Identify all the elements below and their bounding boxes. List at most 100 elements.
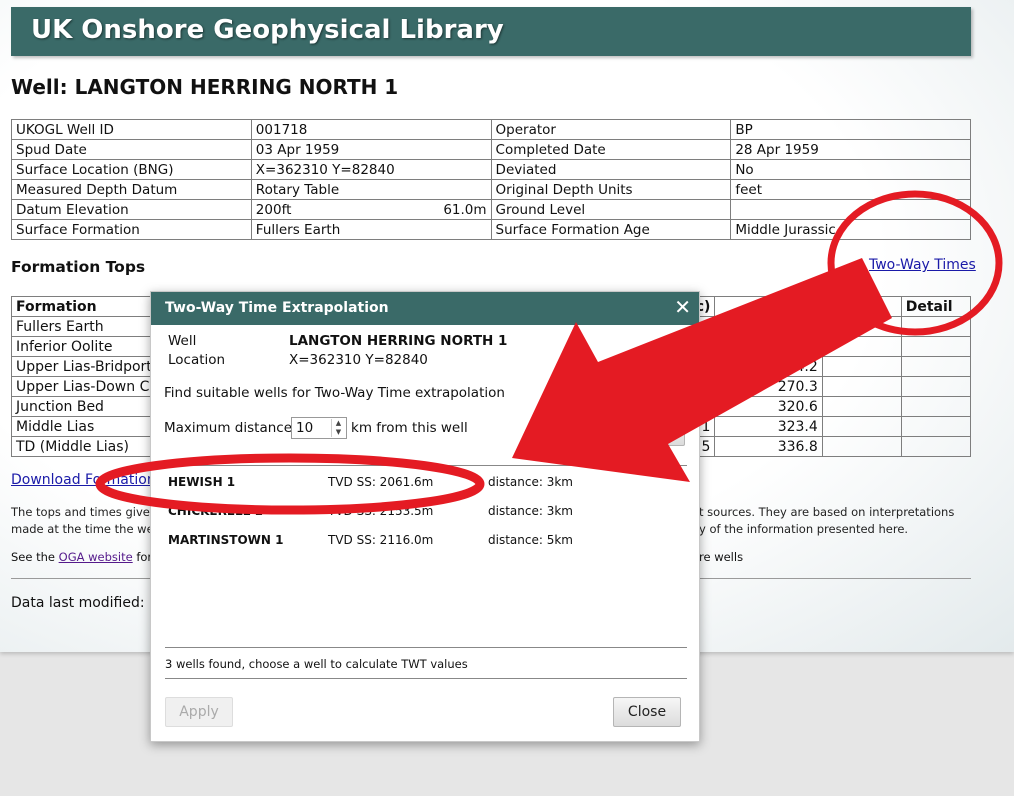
well-value: LANGTON HERRING NORTH 1 <box>289 333 508 349</box>
col-detail: Detail <box>900 296 972 317</box>
well-heading: Well: LANGTON HERRING NORTH 1 <box>11 75 399 99</box>
result-name: CHICKERELL 1 <box>168 504 263 518</box>
stepper-arrows[interactable]: ▲ ▼ <box>331 419 345 437</box>
disclaimer-right-1: t sources. They are based on interpretat… <box>699 505 955 519</box>
disclaimer-left-1: The tops and times given <box>11 505 158 519</box>
info-value: 28 Apr 1959 <box>730 139 971 160</box>
twt-cell <box>821 396 902 417</box>
well-result-row[interactable]: HEWISH 1 TVD SS: 2061.6m distance: 3km <box>168 475 688 495</box>
detail-cell <box>900 416 972 437</box>
twt-cell <box>821 356 902 377</box>
twt-cell <box>821 336 902 357</box>
info-label: Datum Elevation <box>11 199 252 220</box>
result-distance: distance: 3km <box>488 475 573 489</box>
detail-cell <box>900 336 972 357</box>
detail-cell <box>900 436 972 457</box>
twt-cell <box>821 416 902 437</box>
formation-cell: Upper Lias-Bridport S <box>10 356 171 377</box>
detail-cell <box>900 396 972 417</box>
ss-cell: 320.6 <box>714 396 823 417</box>
result-tvd: TVD SS: 2116.0m <box>328 533 434 547</box>
chevron-up-icon[interactable]: ▲ <box>332 419 345 428</box>
formation-cell: Junction Bed <box>10 396 171 417</box>
chevron-down-icon[interactable]: ▼ <box>332 428 345 437</box>
well-info-row: Spud Date 03 Apr 1959 Completed Date 28 Apr… <box>11 139 971 160</box>
divider <box>165 678 687 679</box>
status-text: 3 wells found, choose a well to calculat… <box>165 657 468 671</box>
formation-cell: Upper Lias-Down Clif <box>10 376 171 397</box>
result-name: MARTINSTOWN 1 <box>168 533 284 547</box>
formation-cell: Inferior Oolite <box>10 336 171 357</box>
well-label: Well <box>168 333 197 349</box>
oga-line: See the OGA website for <box>11 550 152 564</box>
site-title: UK Onshore Geophysical Library <box>31 15 504 45</box>
info-value: BP <box>730 119 971 140</box>
max-distance-stepper[interactable]: 10 ▲ ▼ <box>291 417 347 439</box>
ss-cell: 323.4 <box>714 416 823 437</box>
well-info-row: Surface Formation Fullers Earth Surface Fo… <box>11 219 971 240</box>
twt-extrapolation-dialog: Two-Way Time Extrapolation ✕ Well LANGTO… <box>150 291 700 742</box>
info-value: 03 Apr 1959 <box>250 139 492 160</box>
col-twt: WT (s) <box>821 296 902 317</box>
datum-elevation-ft: 200ft <box>255 201 292 218</box>
result-distance: distance: 3km <box>488 504 573 518</box>
max-distance-label: Maximum distance <box>164 420 293 436</box>
ss-cell: 204.2 <box>714 356 823 377</box>
formation-tops-heading: Formation Tops <box>11 258 146 276</box>
divider <box>165 465 687 466</box>
max-distance-value: 10 <box>296 420 314 436</box>
result-tvd: TVD SS: 2061.6m <box>328 475 434 489</box>
formation-cell: TD (Middle Lias) <box>10 436 171 457</box>
well-info-row: Measured Depth Datum Rotary Table Original… <box>11 179 971 200</box>
last-modified: Data last modified: 22 <box>11 595 167 611</box>
info-value: No <box>730 159 971 180</box>
find-wells-button[interactable]: Find Wells <box>585 416 685 446</box>
info-label: Surface Location (BNG) <box>11 159 252 180</box>
info-label: Surface Formation Age <box>490 219 732 240</box>
info-value: 001718 <box>250 119 492 140</box>
well-info-row: Datum Elevation 200ft 61.0m Ground Level <box>11 199 971 220</box>
dialog-title: Two-Way Time Extrapolation <box>165 300 389 316</box>
dialog-titlebar: Two-Way Time Extrapolation ✕ <box>151 292 699 325</box>
info-value: 200ft 61.0m <box>250 199 492 220</box>
well-info-row: UKOGL Well ID 001718 Operator BP <box>11 119 971 140</box>
oga-prefix: See the <box>11 550 59 564</box>
divider <box>165 647 687 648</box>
info-label: Original Depth Units <box>490 179 732 200</box>
detail-cell <box>900 376 972 397</box>
result-name: HEWISH 1 <box>168 475 236 489</box>
location-label: Location <box>168 352 226 368</box>
formation-cell: Middle Lias <box>10 416 171 437</box>
location-value: X=362310 Y=82840 <box>289 352 428 368</box>
info-label: Deviated <box>490 159 732 180</box>
info-label: Surface Formation <box>11 219 252 240</box>
disclaimer-right-2: y of the information presented here. <box>699 522 909 536</box>
instructions: Find suitable wells for Two-Way Time ext… <box>164 385 505 401</box>
info-value: feet <box>730 179 971 200</box>
twt-cell <box>821 316 902 337</box>
well-result-row[interactable]: CHICKERELL 1 TVD SS: 2153.5m distance: 3… <box>168 504 688 524</box>
well-info-table: UKOGL Well ID 001718 Operator BP Spud Date 03… <box>11 119 971 240</box>
disclaimer-left-2: made at the time the wel <box>11 522 157 536</box>
max-distance-suffix: km from this well <box>351 420 468 436</box>
result-distance: distance: 5km <box>488 533 573 547</box>
download-formation-link[interactable]: Download Formation <box>11 472 156 488</box>
twt-cell <box>821 436 902 457</box>
ss-cell: 202.4 <box>714 336 823 357</box>
well-info-row: Surface Location (BNG) X=362310 Y=82840 De… <box>11 159 971 180</box>
datum-elevation-m: 61.0m <box>443 202 487 218</box>
close-button[interactable]: Close <box>613 697 681 727</box>
info-value: Middle Jurassic <box>730 219 971 240</box>
apply-button[interactable]: Apply <box>165 697 233 727</box>
two-way-times-link[interactable]: Two-Way Times <box>869 257 976 273</box>
col-ss: SS (m) <box>714 296 823 317</box>
well-result-row[interactable]: MARTINSTOWN 1 TVD SS: 2116.0m distance: … <box>168 533 688 553</box>
close-icon[interactable]: ✕ <box>674 296 691 318</box>
info-value <box>730 199 971 220</box>
oga-line-right: re wells <box>699 550 744 564</box>
site-header: UK Onshore Geophysical Library <box>11 7 971 56</box>
oga-website-link[interactable]: OGA website <box>59 550 133 564</box>
col-formation: Formation <box>10 296 171 317</box>
twt-cell <box>821 376 902 397</box>
ss-cell: -56.4 <box>714 316 823 337</box>
